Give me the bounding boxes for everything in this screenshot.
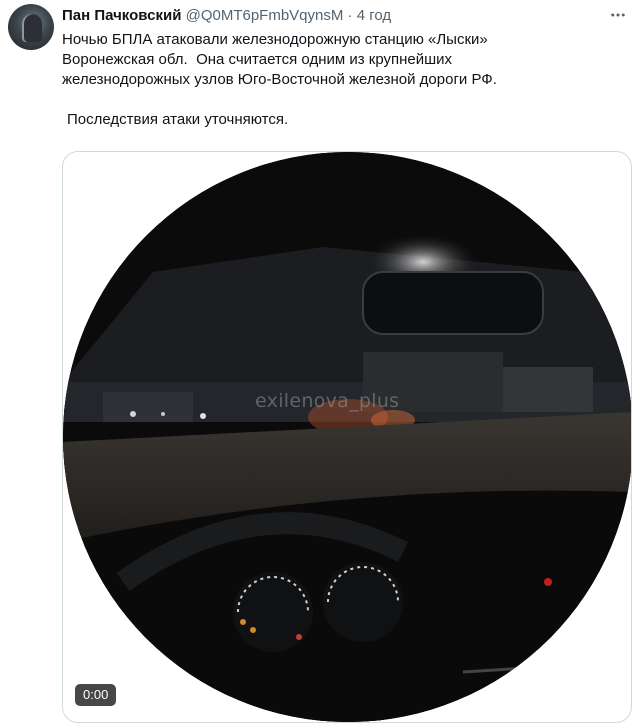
- tweet-paragraph: Ночью БПЛА атаковали железнодорожную ста…: [62, 31, 497, 88]
- video-watermark: exilenova_plus: [255, 390, 400, 412]
- more-button[interactable]: [607, 4, 629, 26]
- more-icon: [609, 6, 627, 24]
- tweet: Пан Пачковский @Q0MT6pFmbVqynsM · 4 год …: [0, 0, 641, 725]
- author-name[interactable]: Пан Пачковский: [62, 7, 181, 24]
- video-player[interactable]: exilenova_plus 0:00: [62, 151, 632, 723]
- video-timestamp: 0:00: [75, 684, 117, 706]
- video-frame[interactable]: [63, 152, 631, 722]
- avatar[interactable]: [8, 4, 54, 50]
- tweet-header: Пан Пачковский @Q0MT6pFmbVqynsM · 4 год: [62, 6, 391, 26]
- tweet-time[interactable]: 4 год: [357, 7, 391, 24]
- tweet-text: Ночью БПЛА атаковали железнодорожную ста…: [62, 30, 622, 130]
- separator-dot: ·: [347, 7, 353, 24]
- author-handle[interactable]: @Q0MT6pFmbVqynsM: [186, 7, 344, 24]
- tweet-paragraph: Последствия атаки уточняются.: [67, 111, 289, 128]
